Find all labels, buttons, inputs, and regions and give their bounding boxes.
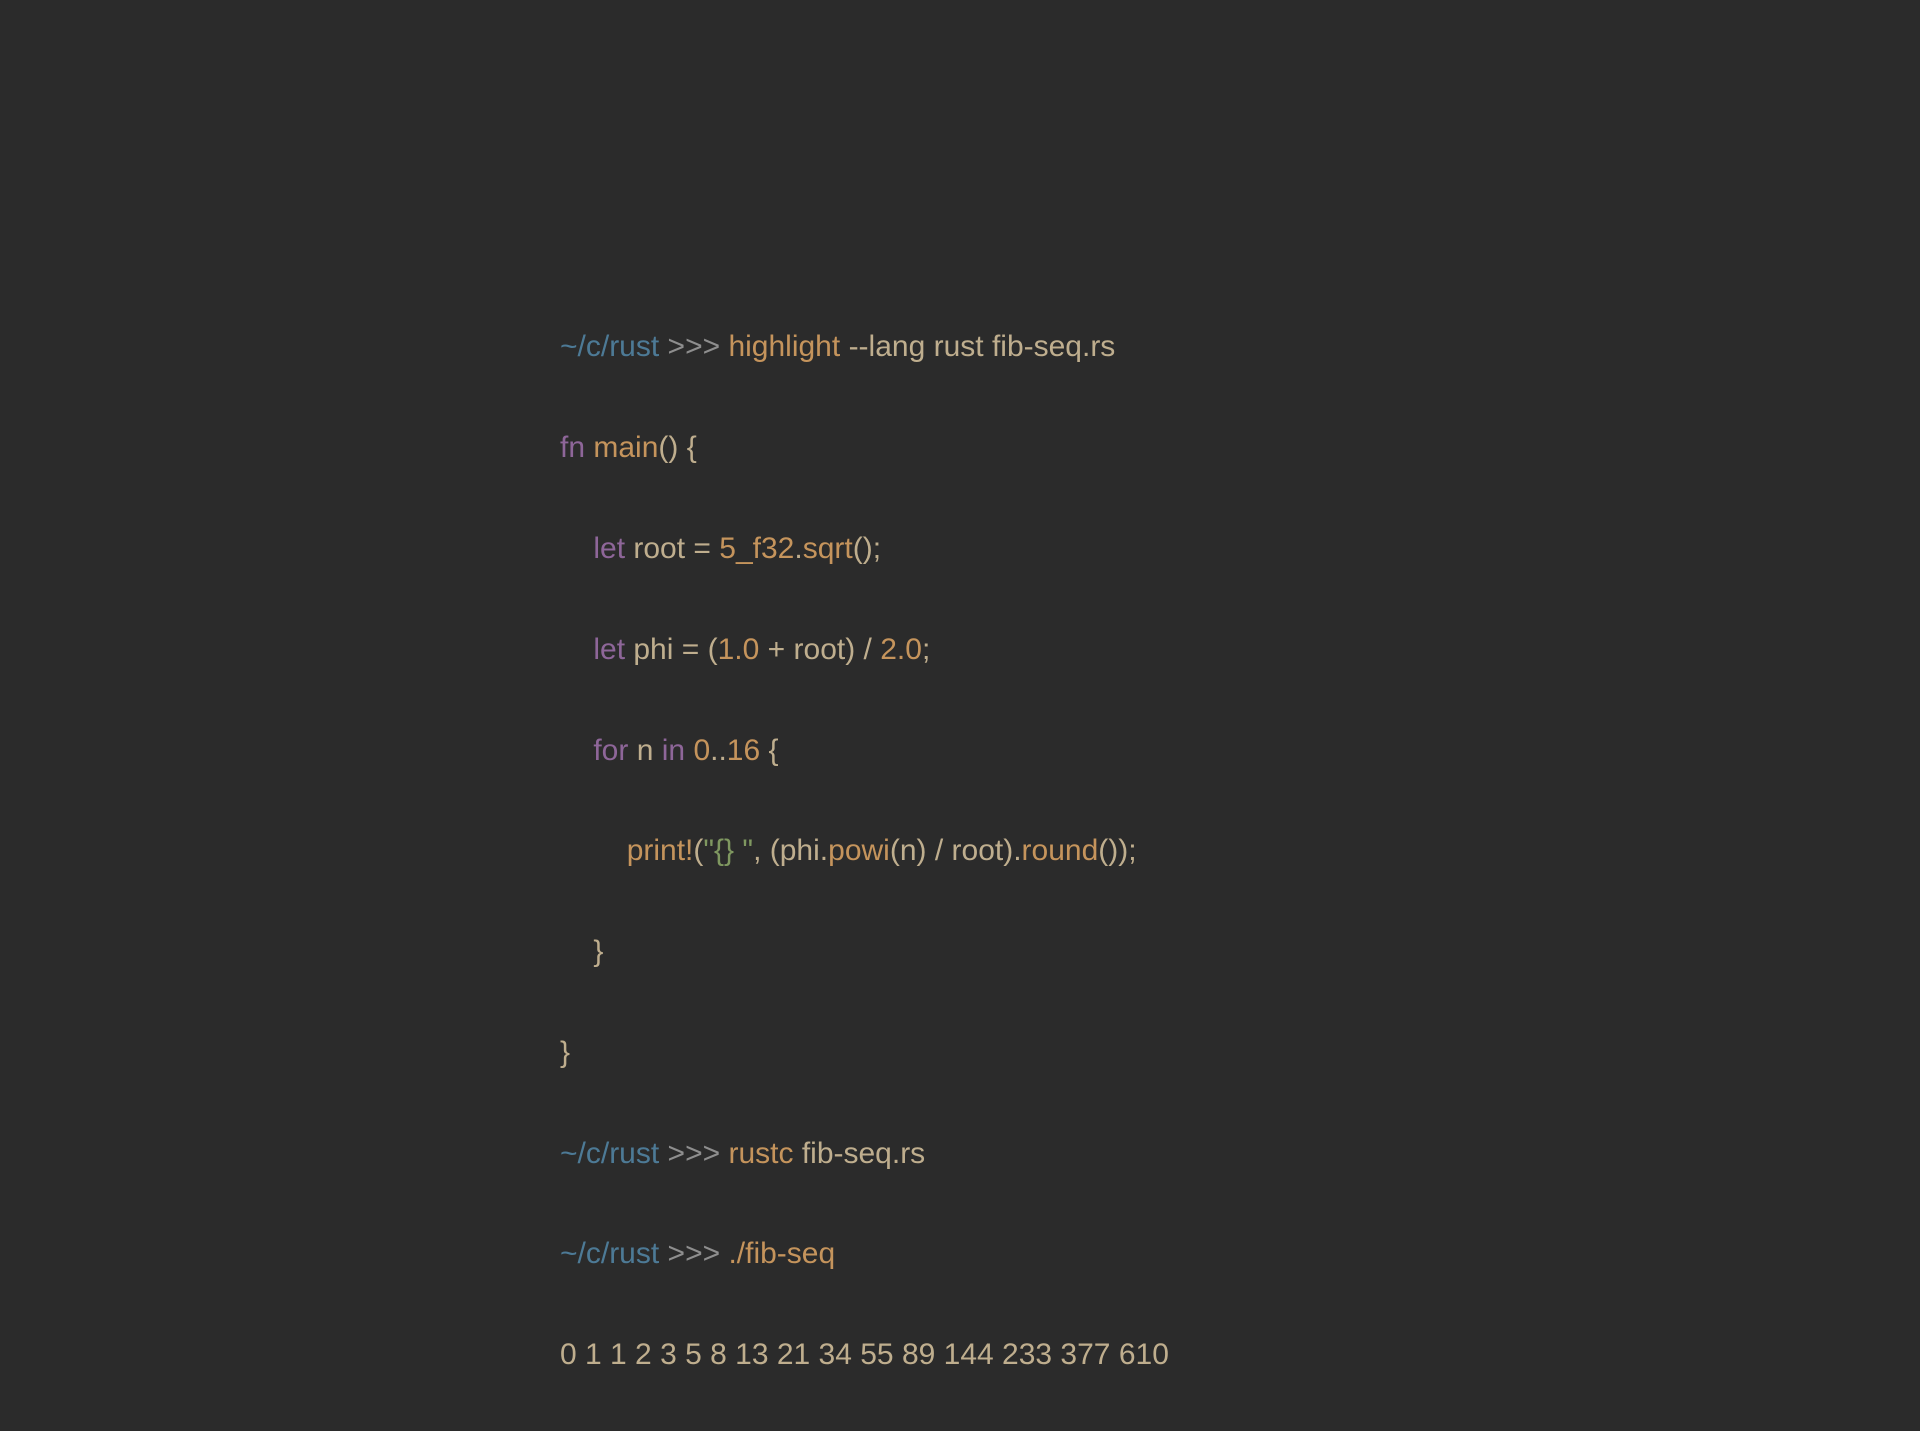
ident-root: root (794, 633, 846, 666)
tail-parens: ()); (1098, 834, 1136, 867)
prompt-chevrons: >>> (668, 1237, 721, 1270)
brace-close: } (593, 935, 603, 968)
indent (560, 532, 593, 565)
lparen: ( (693, 834, 703, 867)
kw-let: let (593, 633, 625, 666)
prompt-chevrons: >>> (668, 1137, 721, 1170)
prompt-line-3: ~/c/rust >>> ./fib-seq (560, 1229, 1169, 1279)
indent (560, 633, 593, 666)
terminal-output: ~/c/rust >>> highlight --lang rust fib-s… (560, 272, 1169, 1431)
punct: () { (658, 431, 696, 464)
indent (560, 935, 593, 968)
program-output: 0 1 1 2 3 5 8 13 21 34 55 89 144 233 377… (560, 1330, 1169, 1380)
dot: . (794, 532, 802, 565)
code-line-6: } (560, 1028, 1169, 1078)
code-line-5: } (560, 927, 1169, 977)
comma-paren: , ( (753, 834, 780, 867)
punct: (); (853, 532, 881, 565)
kw-let: let (593, 532, 625, 565)
dot: . (1013, 834, 1021, 867)
cwd-path: ~/c/rust (560, 330, 659, 363)
lit-16: 16 (727, 734, 760, 767)
kw-in: in (662, 734, 685, 767)
code-line-2: let phi = (1.0 + root) / 2.0; (560, 625, 1169, 675)
code-line-4: print!("{} ", (phi.powi(n) / root).round… (560, 826, 1169, 876)
fn-main: main (593, 431, 658, 464)
lit-1: 1.0 (718, 633, 760, 666)
prompt-chevrons: >>> (668, 330, 721, 363)
ident-phi: phi (780, 834, 820, 867)
op-eq: = (685, 532, 719, 565)
indent (560, 734, 593, 767)
kw-for: for (593, 734, 628, 767)
brace-open: { (760, 734, 778, 767)
code-line-1: let root = 5_f32.sqrt(); (560, 524, 1169, 574)
prompt-line-1: ~/c/rust >>> highlight --lang rust fib-s… (560, 322, 1169, 372)
indent (560, 834, 627, 867)
lit-2: 2.0 (880, 633, 922, 666)
brace-close: } (560, 1036, 570, 1069)
op-div: ) / (845, 633, 880, 666)
command-args: fib-seq.rs (802, 1137, 925, 1170)
args-n-root: (n) / root) (890, 834, 1013, 867)
op-plus: + (759, 633, 793, 666)
semi: ; (922, 633, 930, 666)
command-run-fib-seq: ./fib-seq (728, 1237, 835, 1270)
method-powi: powi (828, 834, 890, 867)
code-line-0: fn main() { (560, 423, 1169, 473)
string-literal: "{} " (703, 834, 753, 867)
ident-n: n (637, 734, 654, 767)
macro-print: print! (627, 834, 694, 867)
method-sqrt: sqrt (803, 532, 853, 565)
range-dots: .. (710, 734, 727, 767)
ident-phi: phi (633, 633, 673, 666)
prompt-line-2: ~/c/rust >>> rustc fib-seq.rs (560, 1129, 1169, 1179)
lit-5f32: 5_f32 (719, 532, 794, 565)
op-eq-paren: = ( (673, 633, 717, 666)
cwd-path: ~/c/rust (560, 1237, 659, 1270)
command-args: --lang rust fib-seq.rs (849, 330, 1116, 363)
kw-fn: fn (560, 431, 585, 464)
command-rustc: rustc (728, 1137, 793, 1170)
lit-0: 0 (693, 734, 710, 767)
cwd-path: ~/c/rust (560, 1137, 659, 1170)
dot: . (820, 834, 828, 867)
command-highlight: highlight (728, 330, 840, 363)
code-line-3: for n in 0..16 { (560, 726, 1169, 776)
method-round: round (1022, 834, 1099, 867)
ident-root: root (633, 532, 685, 565)
